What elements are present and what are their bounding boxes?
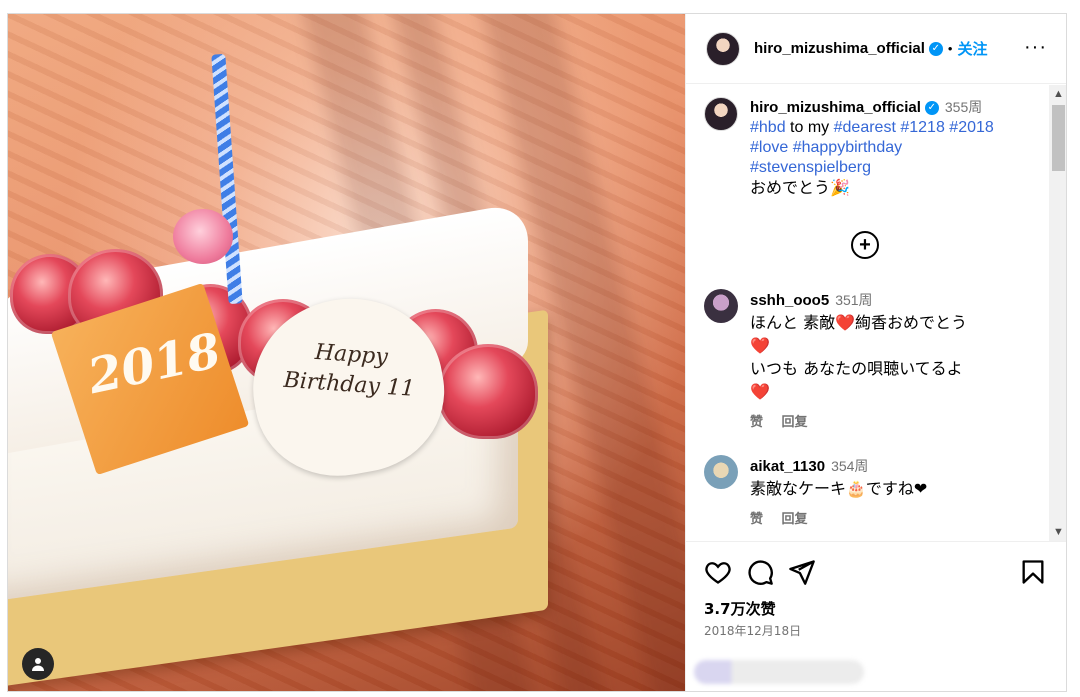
sugar-rose: [173, 209, 233, 264]
comment-reply-button[interactable]: 回复: [782, 415, 808, 430]
comment-text: 素敵なケーキ🎂ですね❤: [750, 479, 928, 498]
scroll-up-icon[interactable]: ▲: [1049, 85, 1066, 103]
caption-text: to my: [790, 119, 830, 136]
commenter-avatar[interactable]: [704, 455, 738, 489]
commenter-username[interactable]: aikat_1130: [750, 458, 825, 475]
caption-message: おめでとう🎉: [750, 178, 850, 197]
caption-time: 355周: [944, 99, 983, 115]
post-header: hiro_mizushima_official ✓ • 关注 ···: [686, 14, 1066, 84]
commenter-username[interactable]: sshh_ooo5: [750, 292, 829, 309]
comment-like-button[interactable]: 赞: [750, 512, 763, 527]
comment-text: ❤️: [750, 336, 770, 355]
plus-circle-icon[interactable]: +: [851, 231, 879, 259]
comment-input[interactable]: [694, 660, 864, 684]
hashtag-link[interactable]: #hbd: [750, 119, 786, 136]
tagged-users-button[interactable]: [22, 648, 54, 680]
scrollbar-thumb[interactable]: [1052, 105, 1065, 171]
caption-author-avatar[interactable]: [704, 97, 738, 131]
comment-item: aikat_1130 354周 素敵なケーキ🎂ですね❤ 赞 回复: [704, 455, 1044, 531]
comment-text: ほんと 素敵❤️絢香おめでとう: [750, 313, 968, 332]
verified-badge-icon: ✓: [928, 41, 943, 56]
user-icon: [32, 658, 44, 671]
scrollbar[interactable]: ▲ ▼: [1049, 85, 1066, 541]
comment-item: sshh_ooo5 351周 ほんと 素敵❤️絢香おめでとう ❤️ いつも あなた…: [704, 289, 1044, 434]
action-bar: 3.7万次赞 2018年12月18日: [686, 541, 1066, 691]
share-icon[interactable]: [788, 558, 816, 586]
commenter-avatar[interactable]: [704, 289, 738, 323]
comment-like-button[interactable]: 赞: [750, 415, 763, 430]
hashtag-link[interactable]: #1218: [900, 119, 945, 136]
hashtag-link[interactable]: #dearest: [834, 119, 896, 136]
likes-count[interactable]: 3.7万次赞: [704, 598, 776, 619]
post-modal: 2018 Happy Birthday 11 hiro_mizushima_of…: [7, 13, 1067, 692]
message-plate-text: Happy Birthday 11: [282, 339, 416, 402]
strawberry: [438, 344, 538, 439]
post-caption: hiro_mizushima_official ✓ 355周 #hbd to my …: [704, 97, 1044, 199]
author-username[interactable]: hiro_mizushima_official: [754, 40, 925, 57]
post-sidebar: hiro_mizushima_official ✓ • 关注 ··· hiro_…: [685, 14, 1066, 691]
verified-badge-icon: ✓: [924, 100, 939, 115]
comments-scroll-area[interactable]: hiro_mizushima_official ✓ 355周 #hbd to my …: [686, 85, 1066, 541]
comment-reply-button[interactable]: 回复: [782, 512, 808, 527]
comment-text: いつも あなたの唄聴いてるよ: [750, 359, 963, 378]
follow-button[interactable]: 关注: [957, 38, 987, 59]
post-photo[interactable]: 2018 Happy Birthday 11: [8, 14, 685, 691]
hashtag-link[interactable]: #happybirthday: [793, 139, 902, 156]
hashtag-link[interactable]: #stevenspielberg: [750, 159, 871, 176]
comment-time: 354周: [831, 458, 869, 474]
heart-icon[interactable]: [704, 558, 732, 586]
separator-dot: •: [947, 41, 953, 56]
bookmark-icon[interactable]: [1019, 558, 1047, 586]
comment-icon[interactable]: [746, 558, 774, 586]
hashtag-link[interactable]: #2018: [949, 119, 994, 136]
caption-username[interactable]: hiro_mizushima_official: [750, 99, 921, 116]
hashtag-link[interactable]: #love: [750, 139, 788, 156]
comment-text: ❤️: [750, 382, 770, 401]
scroll-down-icon[interactable]: ▼: [1049, 523, 1066, 541]
more-options-icon[interactable]: ···: [1024, 36, 1047, 59]
year-plate-text: 2018: [83, 322, 226, 406]
author-avatar[interactable]: [706, 31, 740, 66]
comment-time: 351周: [835, 292, 873, 308]
post-date: 2018年12月18日: [704, 624, 802, 638]
